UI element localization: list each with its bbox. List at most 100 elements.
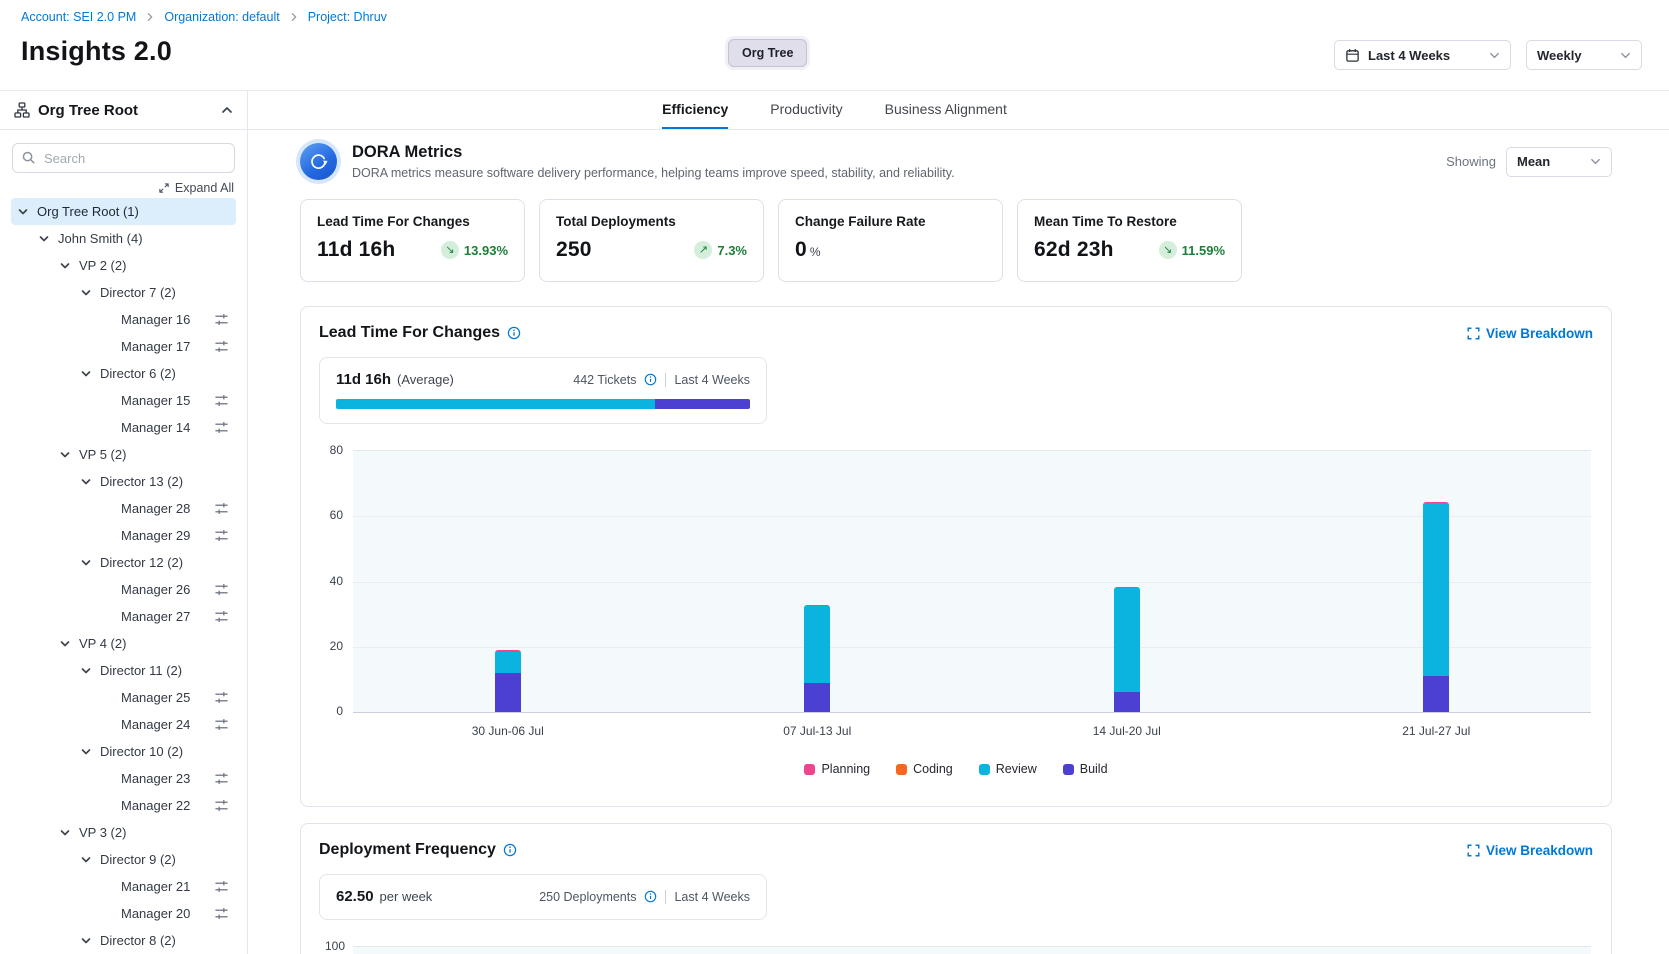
tab-business-alignment[interactable]: Business Alignment [885, 91, 1007, 129]
tree-item[interactable]: Director 11 (2) [11, 657, 236, 684]
metric-card-value: 0% [795, 238, 821, 262]
tree-item[interactable]: VP 3 (2) [11, 819, 236, 846]
sliders-icon[interactable] [214, 339, 229, 354]
tree-item-label: VP 3 (2) [79, 825, 126, 840]
collapse-chevron-up-icon[interactable] [221, 104, 233, 116]
sliders-icon[interactable] [214, 771, 229, 786]
info-icon[interactable] [644, 373, 657, 386]
deployment-summary-card: 62.50 per week 250 Deployments Last 4 We… [319, 874, 767, 920]
org-tree: Org Tree Root (1)John Smith (4)VP 2 (2)D… [0, 198, 247, 954]
sliders-icon[interactable] [214, 312, 229, 327]
info-icon[interactable] [503, 843, 517, 857]
date-range-select[interactable]: Last 4 Weeks [1334, 40, 1511, 70]
dora-section-subtitle: DORA metrics measure software delivery p… [352, 166, 1446, 180]
chevron-spacer [101, 314, 113, 326]
stacked-bar[interactable] [1114, 587, 1140, 712]
sliders-icon[interactable] [214, 420, 229, 435]
stacked-bar[interactable] [1423, 502, 1449, 712]
sliders-icon[interactable] [214, 906, 229, 921]
expand-all-button[interactable]: Expand All [0, 181, 234, 195]
period-label: Last 4 Weeks [674, 373, 750, 387]
tree-item[interactable]: Director 10 (2) [11, 738, 236, 765]
info-icon[interactable] [507, 326, 521, 340]
legend-swatch [1063, 764, 1074, 775]
tree-item[interactable]: Director 12 (2) [11, 549, 236, 576]
tree-item[interactable]: Manager 28 [11, 495, 236, 522]
tree-item[interactable]: Manager 16 [11, 306, 236, 333]
x-axis-label: 14 Jul-20 Jul [1067, 724, 1187, 738]
lead-time-average-value: 11d 16h [336, 371, 391, 388]
breadcrumb-link[interactable]: Project: Dhruv [308, 10, 387, 24]
tree-item[interactable]: Manager 23 [11, 765, 236, 792]
sliders-icon[interactable] [214, 393, 229, 408]
sidebar-title: Org Tree Root [38, 102, 213, 119]
chevron-down-icon[interactable] [59, 449, 71, 461]
tree-item[interactable]: Manager 17 [11, 333, 236, 360]
chevron-down-icon[interactable] [80, 476, 92, 488]
trend-down-icon: ↘ [441, 241, 459, 259]
breadcrumb-link[interactable]: Account: SEI 2.0 PM [21, 10, 136, 24]
tree-item-label: Director 9 (2) [100, 852, 176, 867]
tree-item[interactable]: Manager 20 [11, 900, 236, 927]
info-icon[interactable] [644, 890, 657, 903]
sliders-icon[interactable] [214, 501, 229, 516]
tree-item[interactable]: VP 4 (2) [11, 630, 236, 657]
chevron-down-icon[interactable] [80, 557, 92, 569]
chevron-down-icon[interactable] [59, 638, 71, 650]
tree-item[interactable]: VP 5 (2) [11, 441, 236, 468]
breadcrumb-link[interactable]: Organization: default [164, 10, 279, 24]
sidebar-header[interactable]: Org Tree Root [0, 91, 247, 130]
tree-item[interactable]: Manager 29 [11, 522, 236, 549]
chevron-down-icon[interactable] [80, 368, 92, 380]
sliders-icon[interactable] [214, 582, 229, 597]
search-input[interactable] [12, 143, 235, 173]
sliders-icon[interactable] [214, 879, 229, 894]
tree-item[interactable]: Manager 22 [11, 792, 236, 819]
tab-efficiency[interactable]: Efficiency [662, 91, 728, 129]
chevron-down-icon[interactable] [59, 260, 71, 272]
showing-select[interactable]: Mean [1506, 147, 1612, 177]
chevron-down-icon[interactable] [80, 665, 92, 677]
tree-item[interactable]: Director 8 (2) [11, 927, 236, 954]
deployment-view-breakdown[interactable]: View Breakdown [1467, 843, 1593, 858]
y-axis-tick: 40 [319, 574, 343, 588]
tree-item-label: Director 11 (2) [100, 663, 182, 678]
tree-item[interactable]: Manager 27 [11, 603, 236, 630]
chevron-down-icon[interactable] [17, 206, 29, 218]
lead-time-view-breakdown[interactable]: View Breakdown [1467, 326, 1593, 341]
chevron-down-icon[interactable] [80, 854, 92, 866]
chevron-down-icon[interactable] [80, 935, 92, 947]
trend-percent: 7.3% [717, 243, 747, 258]
tab-productivity[interactable]: Productivity [770, 91, 842, 129]
chevron-down-icon[interactable] [80, 287, 92, 299]
tree-item[interactable]: Director 13 (2) [11, 468, 236, 495]
sliders-icon[interactable] [214, 717, 229, 732]
tree-item[interactable]: John Smith (4) [11, 225, 236, 252]
tree-item[interactable]: Manager 14 [11, 414, 236, 441]
tree-item[interactable]: Director 6 (2) [11, 360, 236, 387]
metric-card: Lead Time For Changes11d 16h↘13.93% [300, 199, 525, 282]
legend-label: Coding [913, 762, 953, 776]
tree-item[interactable]: Director 7 (2) [11, 279, 236, 306]
sliders-icon[interactable] [214, 609, 229, 624]
stacked-bar[interactable] [495, 650, 521, 712]
chevron-down-icon[interactable] [59, 827, 71, 839]
tree-item[interactable]: Manager 15 [11, 387, 236, 414]
granularity-select[interactable]: Weekly [1526, 40, 1642, 70]
sliders-icon[interactable] [214, 690, 229, 705]
chevron-down-icon[interactable] [38, 233, 50, 245]
sliders-icon[interactable] [214, 528, 229, 543]
tree-item[interactable]: VP 2 (2) [11, 252, 236, 279]
sliders-icon[interactable] [214, 798, 229, 813]
org-tree-button[interactable]: Org Tree [728, 39, 807, 67]
tree-item[interactable]: Manager 24 [11, 711, 236, 738]
tree-item[interactable]: Manager 21 [11, 873, 236, 900]
tree-item[interactable]: Manager 25 [11, 684, 236, 711]
chevron-down-icon[interactable] [80, 746, 92, 758]
lead-time-summary-card: 11d 16h (Average) 442 Tickets Last 4 Wee… [319, 357, 767, 424]
tree-item[interactable]: Org Tree Root (1) [11, 198, 236, 225]
stacked-bar[interactable] [804, 605, 830, 712]
tree-item[interactable]: Director 9 (2) [11, 846, 236, 873]
deployments-count: 250 Deployments [539, 890, 636, 904]
tree-item[interactable]: Manager 26 [11, 576, 236, 603]
